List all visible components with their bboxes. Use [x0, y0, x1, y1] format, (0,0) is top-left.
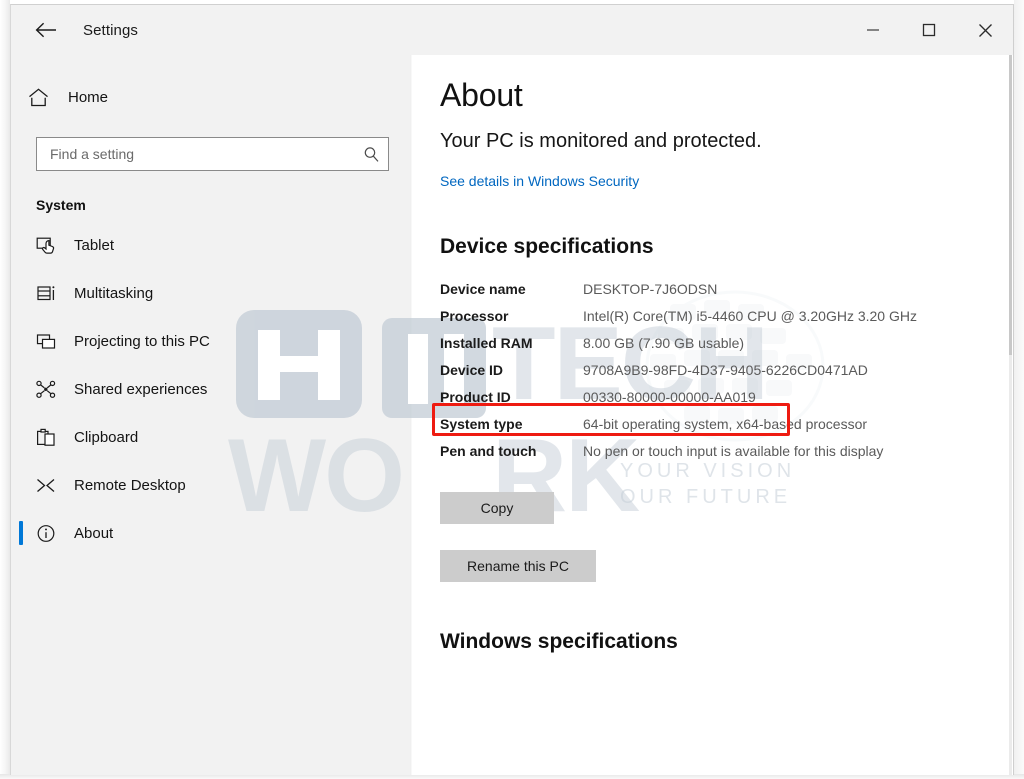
tablet-icon: [36, 236, 70, 255]
shared-experiences-icon: [36, 380, 70, 399]
remote-desktop-icon: [36, 476, 70, 495]
content-pane: About Your PC is monitored and protected…: [412, 55, 1012, 775]
home-icon: [28, 87, 64, 107]
settings-window: TECH RK WO YOUR VISION OUR FUTURE Settin…: [0, 0, 1024, 779]
spec-value: DESKTOP-7J6ODSN: [583, 281, 718, 297]
page-title: About: [440, 77, 523, 113]
window-shadow-left: [0, 0, 10, 779]
sidebar-item-projecting-to-this-pc-label: Projecting to this PC: [74, 332, 210, 350]
window-shadow-right: [1014, 0, 1024, 779]
spec-row-pen-and-touch: Pen and touch No pen or touch input is a…: [440, 439, 992, 464]
spec-row-processor: Processor Intel(R) Core(TM) i5-4460 CPU …: [440, 304, 992, 329]
minimize-icon: [867, 29, 879, 31]
sidebar-item-about[interactable]: About: [11, 509, 411, 557]
spec-key: Installed RAM: [440, 335, 533, 351]
spec-key: Device name: [440, 281, 526, 297]
spec-key: System type: [440, 416, 523, 432]
multitasking-icon: [36, 284, 70, 303]
sidebar-item-remote-desktop[interactable]: Remote Desktop: [11, 461, 411, 509]
protection-status: Your PC is monitored and protected.: [440, 130, 762, 152]
sidebar-nav-list: Tablet Multitasking Projecting to this P…: [11, 221, 411, 557]
rename-this-pc-button[interactable]: Rename this PC: [440, 550, 596, 582]
clipboard-icon: [36, 428, 70, 447]
back-button[interactable]: [23, 9, 69, 51]
minimize-button[interactable]: [845, 5, 901, 55]
sidebar-item-shared-experiences[interactable]: Shared experiences: [11, 365, 411, 413]
sidebar-item-clipboard[interactable]: Clipboard: [11, 413, 411, 461]
maximize-icon: [922, 23, 936, 37]
spec-row-installed-ram: Installed RAM 8.00 GB (7.90 GB usable): [440, 331, 992, 356]
spec-key: Pen and touch: [440, 443, 537, 459]
spec-value: No pen or touch input is available for t…: [583, 443, 884, 459]
device-specifications-table: Device name DESKTOP-7J6ODSN Processor In…: [440, 277, 992, 464]
windows-specifications-heading: Windows specifications: [440, 630, 678, 653]
sidebar-group-title: System: [36, 197, 86, 213]
maximize-button[interactable]: [901, 5, 957, 55]
spec-value: Intel(R) Core(TM) i5-4460 CPU @ 3.20GHz …: [583, 308, 917, 324]
spec-row-system-type: System type 64-bit operating system, x64…: [440, 412, 992, 437]
windows-security-link[interactable]: See details in Windows Security: [440, 173, 639, 189]
sidebar-item-tablet[interactable]: Tablet: [11, 221, 411, 269]
sidebar: Home System Tablet: [11, 55, 411, 775]
sidebar-item-home[interactable]: Home: [11, 77, 411, 117]
spec-value: 64-bit operating system, x64-based proce…: [583, 416, 868, 432]
search-icon[interactable]: [354, 138, 388, 170]
sidebar-item-clipboard-label: Clipboard: [74, 428, 139, 446]
copy-button[interactable]: Copy: [440, 492, 554, 524]
sidebar-item-shared-experiences-label: Shared experiences: [74, 380, 208, 398]
spec-row-device-id: Device ID 9708A9B9-98FD-4D37-9405-6226CD…: [440, 358, 992, 383]
sidebar-item-multitasking-label: Multitasking: [74, 284, 154, 302]
sidebar-item-remote-desktop-label: Remote Desktop: [74, 476, 186, 494]
spec-key: Product ID: [440, 389, 511, 405]
spec-key: Processor: [440, 308, 509, 324]
spec-value: 00330-80000-00000-AA019: [583, 389, 756, 405]
sidebar-item-projecting-to-this-pc[interactable]: Projecting to this PC: [11, 317, 411, 365]
search-input[interactable]: [37, 138, 354, 170]
sidebar-item-multitasking[interactable]: Multitasking: [11, 269, 411, 317]
device-specifications-heading: Device specifications: [440, 235, 654, 258]
close-icon: [978, 23, 992, 37]
sidebar-item-about-label: About: [74, 524, 114, 542]
spec-value: 8.00 GB (7.90 GB usable): [583, 335, 745, 351]
close-button[interactable]: [957, 5, 1013, 55]
title-bar: Settings: [11, 5, 1013, 55]
sidebar-item-home-label: Home: [68, 88, 109, 106]
selection-indicator: [19, 521, 23, 545]
back-arrow-icon: [35, 22, 56, 38]
projecting-icon: [36, 332, 70, 351]
spec-value: 9708A9B9-98FD-4D37-9405-6226CD0471AD: [583, 362, 868, 378]
spec-row-product-id: Product ID 00330-80000-00000-AA019: [440, 385, 992, 410]
sidebar-item-tablet-label: Tablet: [74, 236, 115, 254]
search-box[interactable]: [36, 137, 389, 171]
spec-key: Device ID: [440, 362, 504, 378]
spec-row-device-name: Device name DESKTOP-7J6ODSN: [440, 277, 992, 302]
caption-button-group: [845, 5, 1013, 55]
window-title: Settings: [83, 21, 138, 39]
info-circle-icon: [36, 524, 70, 543]
